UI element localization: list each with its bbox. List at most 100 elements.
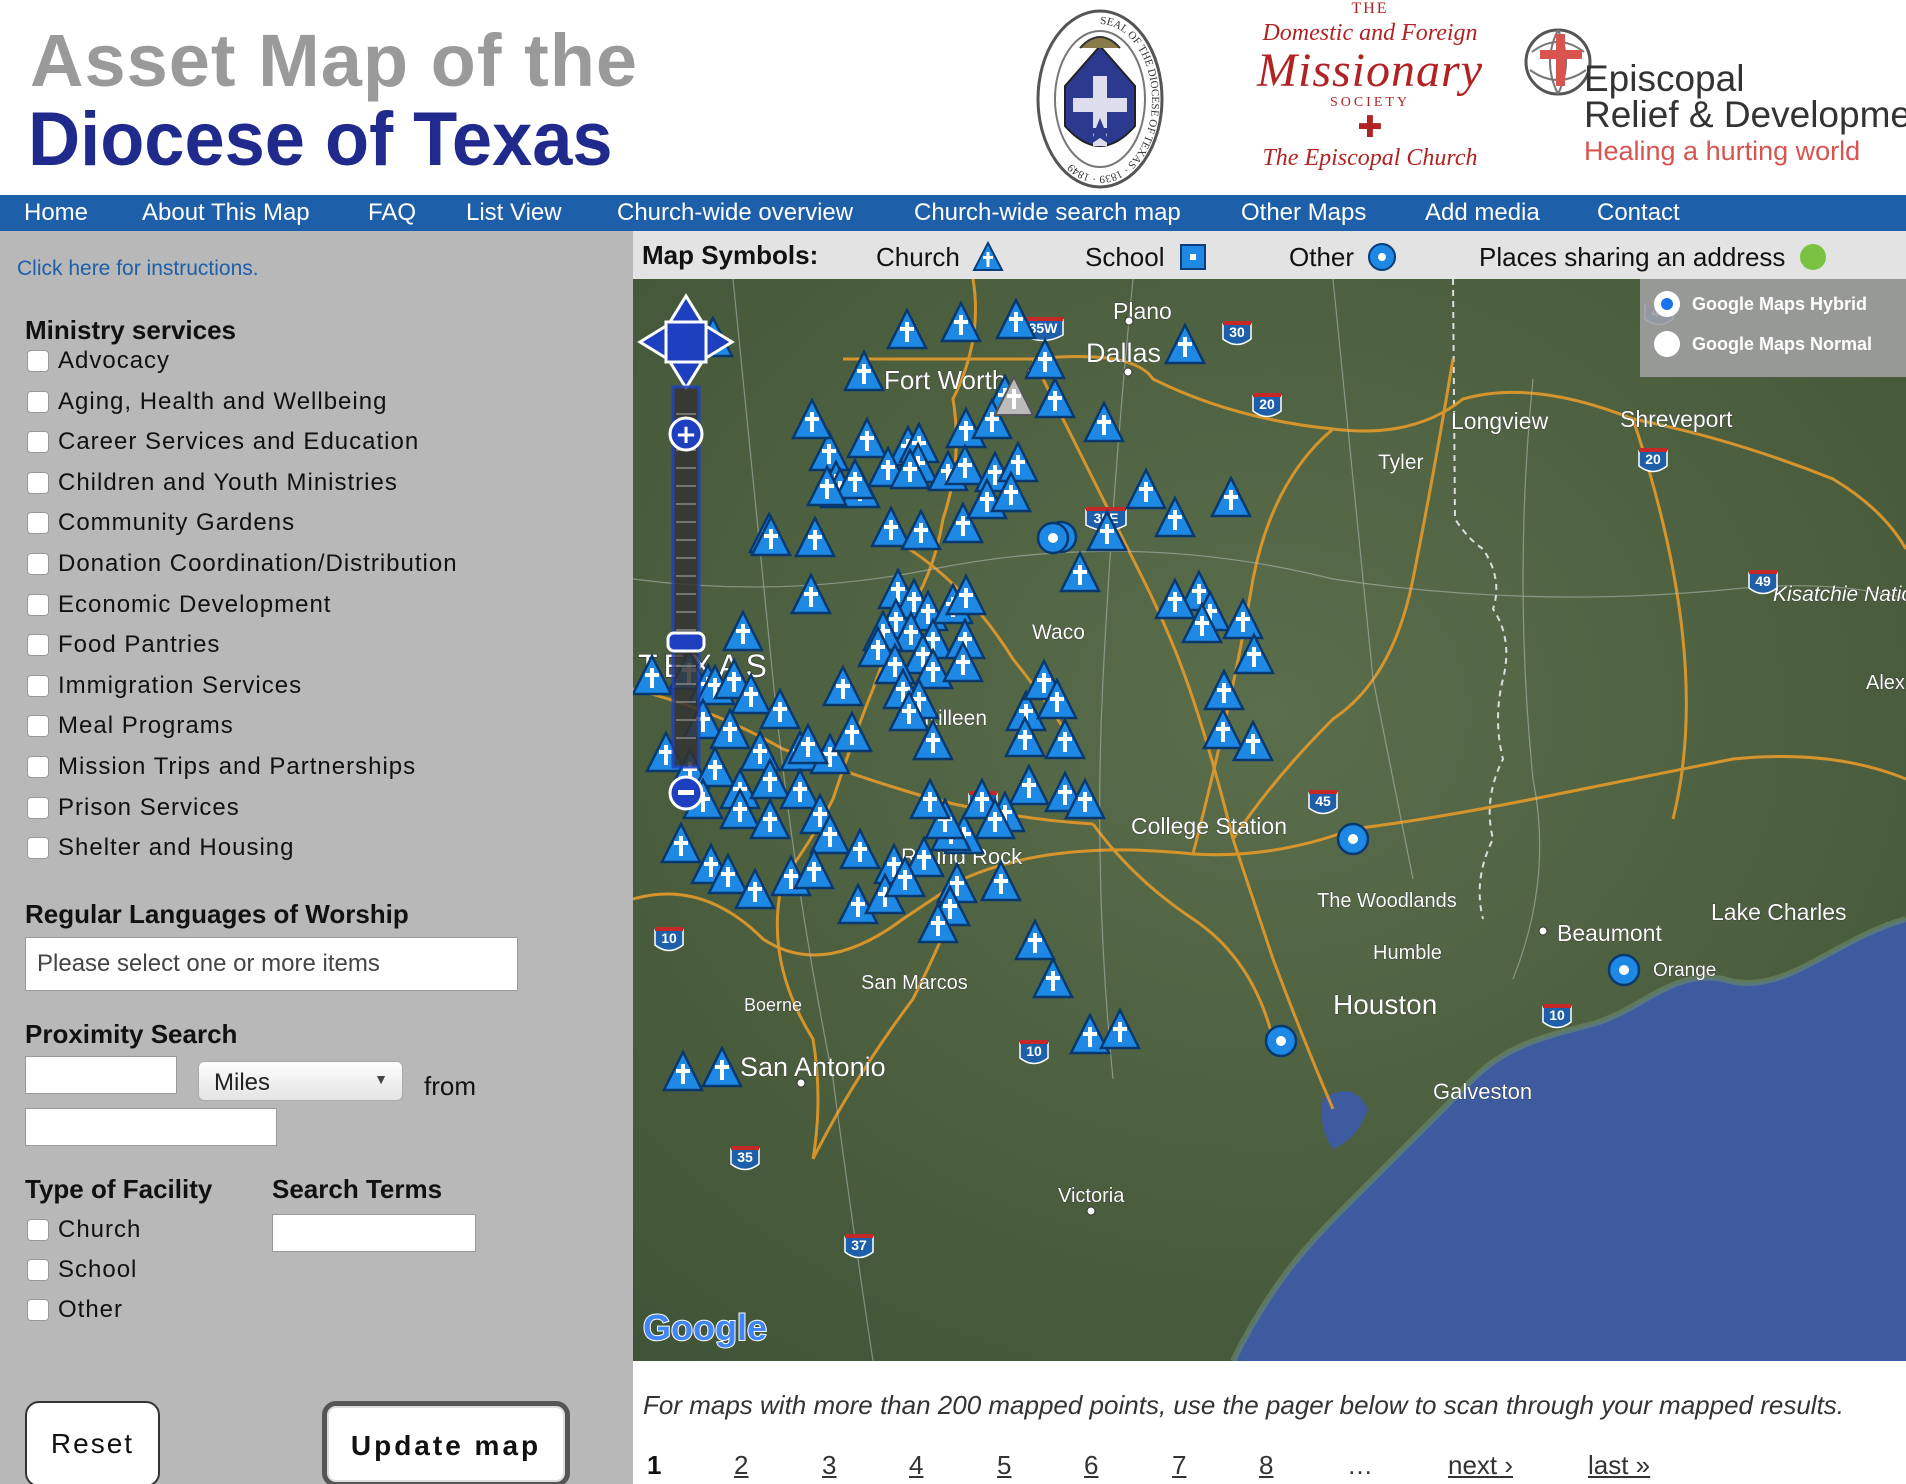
map-type-normal[interactable]: Google Maps Normal [1654, 331, 1872, 357]
city-label-galveston: Galveston [1433, 1079, 1532, 1104]
nav-list-view[interactable]: List View [466, 195, 562, 231]
city-label-san-antonio: San Antonio [740, 1052, 886, 1082]
facility-filter-church[interactable]: Church [27, 1215, 141, 1245]
ministry-filter-immigration-services[interactable]: Immigration Services [27, 671, 302, 701]
pager-page-6[interactable]: 6 [1084, 1450, 1098, 1481]
ministry-filter-meal-programs[interactable]: Meal Programs [27, 711, 234, 741]
ministry-filter-mission-trips-and-partnerships[interactable]: Mission Trips and Partnerships [27, 752, 416, 782]
city-label-college-station: College Station [1131, 813, 1287, 839]
map-symbols-legend: Map Symbols: Church School Other Places … [633, 231, 1906, 279]
proximity-location-input[interactable] [25, 1108, 277, 1146]
filter-sidebar: Click here for instructions. Ministry se… [0, 231, 633, 1484]
site-title-line2: Diocese of Texas [28, 97, 613, 182]
checkbox[interactable] [27, 715, 49, 738]
checkbox[interactable] [27, 431, 49, 454]
map-zoom-control[interactable]: + [666, 385, 706, 811]
ministry-filter-prison-services[interactable]: Prison Services [27, 793, 240, 823]
map-type-normal-label: Google Maps Normal [1692, 333, 1873, 354]
ministry-filter-community-gardens[interactable]: Community Gardens [27, 508, 295, 538]
pager-next[interactable]: next › [1448, 1450, 1513, 1481]
checkbox[interactable] [27, 350, 49, 372]
reset-button[interactable]: Reset [25, 1401, 160, 1484]
checkbox[interactable] [27, 634, 49, 657]
pager-page-2[interactable]: 2 [734, 1450, 748, 1481]
proximity-distance-input[interactable] [25, 1056, 177, 1094]
checkbox[interactable] [27, 553, 49, 575]
ministry-filter-children-and-youth-ministries[interactable]: Children and Youth Ministries [27, 468, 398, 498]
proximity-unit-select[interactable]: Miles ▼ [198, 1061, 403, 1101]
checkbox[interactable] [27, 1299, 49, 1321]
facility-filter-school[interactable]: School [27, 1255, 137, 1285]
facility-filter-other[interactable]: Other [27, 1295, 123, 1325]
ministry-filter-career-services-and-education[interactable]: Career Services and Education [27, 427, 419, 457]
zoom-slider-handle[interactable] [666, 631, 706, 653]
dfms-logo: THE Domestic and Foreign Missionary SOCI… [1240, 0, 1500, 190]
episcopal-flag-icon: ✚ [1357, 111, 1383, 144]
facility-type-heading: Type of Facility [25, 1174, 213, 1204]
ministry-filter-economic-development[interactable]: Economic Development [27, 590, 331, 620]
map-type-hybrid[interactable]: Google Maps Hybrid [1654, 291, 1867, 317]
search-terms-heading: Search Terms [272, 1174, 443, 1204]
pager-page-7[interactable]: 7 [1172, 1450, 1186, 1481]
city-label-waco: Waco [1032, 621, 1085, 644]
ministry-filter-aging-health-and-wellbeing[interactable]: Aging, Health and Wellbeing [27, 387, 387, 417]
map-type-hybrid-label: Google Maps Hybrid [1692, 293, 1868, 314]
checkbox[interactable] [27, 471, 49, 494]
checkbox[interactable] [27, 674, 49, 697]
checkbox[interactable] [27, 1219, 49, 1241]
instructions-link[interactable]: Click here for instructions. [17, 257, 259, 281]
checkbox[interactable] [27, 390, 49, 413]
highway-shield-30: 30 [1229, 324, 1245, 340]
search-terms-input[interactable] [272, 1214, 476, 1252]
city-label-dallas: Dallas [1086, 338, 1161, 368]
update-map-button[interactable]: Update map [322, 1401, 570, 1484]
checkbox[interactable] [27, 512, 49, 535]
pager-page-1: 1 [647, 1450, 662, 1480]
other-marker[interactable] [1036, 521, 1070, 555]
map-canvas[interactable]: Plano Dallas Fort Worth Longview Shrevep… [633, 279, 1906, 1361]
pager-page-5[interactable]: 5 [997, 1450, 1011, 1481]
ministry-filter-donation-coordination-distribution[interactable]: Donation Coordination/Distribution [27, 549, 458, 579]
checkbox[interactable] [27, 1259, 49, 1281]
languages-select[interactable]: Please select one or more items [25, 937, 518, 991]
nav-other-maps[interactable]: Other Maps [1241, 195, 1366, 231]
highway-shield-45: 45 [1315, 793, 1331, 809]
ministry-filter-food-pantries[interactable]: Food Pantries [27, 630, 220, 660]
other-marker[interactable] [1264, 1024, 1298, 1058]
highway-shield-20-west: 20 [1259, 396, 1275, 412]
other-marker[interactable] [1607, 953, 1641, 987]
checkbox[interactable] [27, 756, 49, 778]
highway-shield-35-south: 35 [737, 1149, 753, 1165]
nav-add-media[interactable]: Add media [1425, 195, 1540, 231]
city-label-houston: Houston [1333, 989, 1437, 1020]
city-label-humble: Humble [1373, 942, 1442, 964]
nav-church-wide-search-map[interactable]: Church-wide search map [914, 195, 1181, 231]
map-type-hybrid-radio[interactable] [1654, 291, 1680, 317]
checkbox[interactable] [27, 837, 49, 860]
nav-church-wide-overview[interactable]: Church-wide overview [617, 195, 853, 231]
other-marker[interactable] [1336, 822, 1370, 856]
pager-last[interactable]: last » [1588, 1450, 1650, 1481]
pager-page-8[interactable]: 8 [1259, 1450, 1273, 1481]
checkbox[interactable] [27, 796, 49, 819]
nav-faq[interactable]: FAQ [368, 195, 416, 231]
nav-about-this-map[interactable]: About This Map [142, 195, 310, 231]
checkbox-label: Mission Trips and Partnerships [58, 753, 417, 780]
ministry-filter-shelter-and-housing[interactable]: Shelter and Housing [27, 833, 294, 863]
dfms-church-name: The Episcopal Church [1262, 145, 1478, 171]
checkbox[interactable] [27, 593, 49, 616]
pager-page-3[interactable]: 3 [822, 1450, 836, 1481]
nav-contact[interactable]: Contact [1597, 195, 1680, 231]
legend-shared-address: Places sharing an address [1479, 241, 1829, 273]
diocese-seal-logo: SEAL OF THE DIOCESE OF TEXAS · 1839 · 18… [1036, 9, 1164, 189]
pager-page-4[interactable]: 4 [909, 1450, 923, 1481]
nav-home[interactable]: Home [24, 195, 88, 231]
checkbox-label: Prison Services [58, 793, 240, 821]
ministry-filter-advocacy[interactable]: Advocacy [27, 346, 170, 376]
asset-map[interactable]: Plano Dallas Fort Worth Longview Shrevep… [633, 279, 1906, 1361]
map-type-normal-radio[interactable] [1654, 331, 1680, 357]
city-label-alex: Alex [1866, 672, 1905, 694]
ministry-services-heading: Ministry services [25, 315, 237, 345]
city-label-the-woodlands: The Woodlands [1317, 890, 1457, 912]
languages-heading: Regular Languages of Worship [25, 899, 409, 929]
